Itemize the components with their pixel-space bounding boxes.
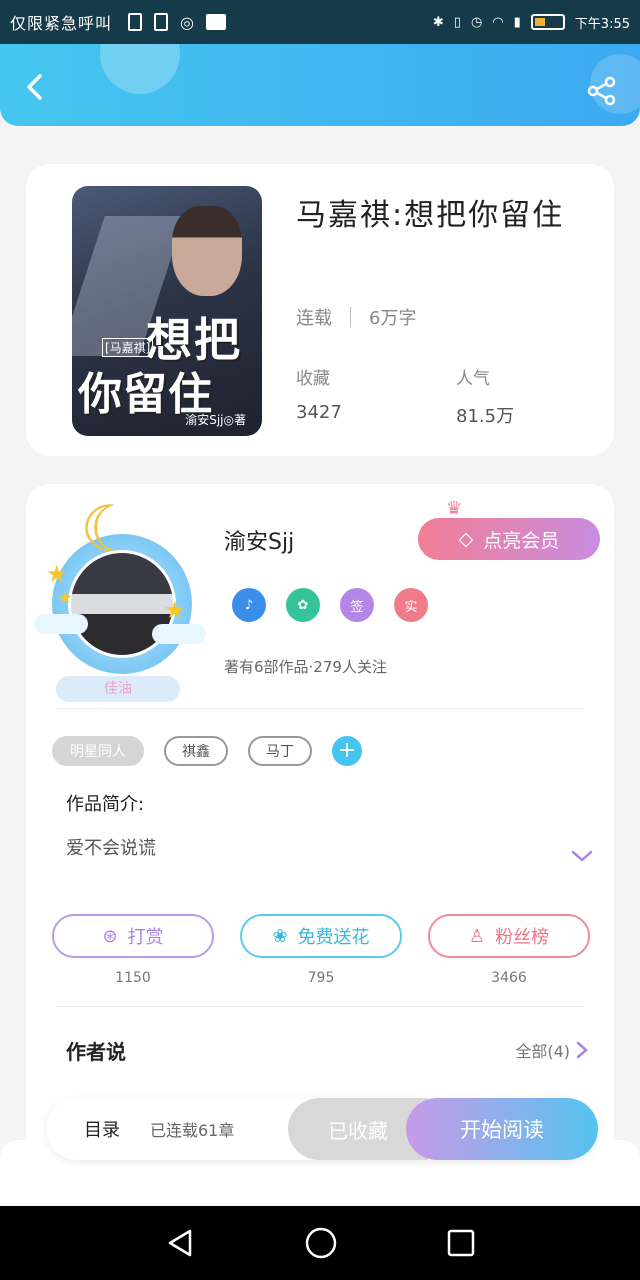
fans-count: 3466: [491, 970, 527, 986]
intro-title: 作品简介:: [66, 794, 145, 815]
author-card: ☾ ★ ★ ★ 佳油 渝安Sjj ♛ ◇ 点亮会员 ♪ ✿ 签 实 著有6部作品…: [26, 484, 614, 1204]
cover-art-portrait: [172, 206, 242, 296]
author-info: 著有6部作品·279人关注: [224, 658, 387, 676]
verified-badge-icon[interactable]: 实: [394, 588, 428, 622]
book-title: 马嘉祺:想把你留住: [296, 198, 565, 233]
stat-value-popularity: 81.5万: [456, 406, 515, 427]
star-icon: ★: [58, 588, 73, 607]
chevron-down-icon[interactable]: [570, 848, 594, 864]
add-tag-button[interactable]: +: [332, 736, 362, 766]
flower-icon: ❀: [272, 925, 288, 947]
cloud-decor: [34, 614, 88, 634]
back-icon[interactable]: [20, 72, 50, 102]
stat-value-favorites: 3427: [296, 402, 342, 423]
battery-icon: [530, 14, 565, 30]
status-right: ✱ ▯ ◷ ◠ ▮ 下午3:55: [433, 13, 630, 32]
vibrate-icon: ▯: [453, 14, 461, 30]
fans-label: 粉丝榜: [495, 927, 550, 948]
tag-chip[interactable]: 马丁: [248, 736, 312, 766]
author-name[interactable]: 渝安Sjj: [224, 524, 294, 556]
author-say-title: 作者说: [66, 1040, 126, 1064]
book-cover[interactable]: 想把 [马嘉祺] 你留住 渝安Sjj◎著: [72, 186, 262, 436]
bottom-action-bar: 目录 已连载61章 已收藏 开始阅读: [46, 1098, 598, 1160]
diamond-icon: ◇: [458, 528, 474, 550]
fans-user-icon: ♙: [468, 925, 486, 947]
tag-list: 明星同人 祺鑫 马丁 +: [52, 736, 362, 766]
star-icon: ★: [46, 560, 68, 588]
decor-bubble: [100, 44, 180, 94]
signal-icon: ▮: [513, 14, 521, 30]
crown-icon: ♛: [446, 498, 463, 519]
nav-home-icon[interactable]: [304, 1226, 338, 1260]
alert-icon: [128, 13, 143, 31]
flower-count: 795: [307, 970, 335, 986]
star-icon: ★: [164, 596, 186, 624]
sign-badge-icon[interactable]: 签: [340, 588, 374, 622]
tip-action: ⊛ 打赏 1150: [52, 914, 214, 986]
tip-count: 1150: [115, 970, 151, 986]
alarm-icon: ◷: [470, 14, 483, 30]
share-icon[interactable]: [586, 76, 618, 106]
divider: [56, 708, 584, 709]
fans-action: ♙ 粉丝榜 3466: [428, 914, 590, 986]
chevron-right-icon: [576, 1041, 588, 1059]
book-word-count: 6万字: [369, 308, 417, 329]
carrier-text: 仅限紧急呼叫: [10, 14, 113, 33]
book-meta: 连载 6万字: [296, 304, 416, 330]
flower-label: 免费送花: [297, 927, 370, 948]
system-nav-bar: [0, 1206, 640, 1280]
tag-chip[interactable]: 明星同人: [52, 736, 144, 766]
book-info-card: 想把 [马嘉祺] 你留住 渝安Sjj◎著 马嘉祺:想把你留住 连载 6万字 收藏…: [26, 164, 614, 456]
cloud-decor: [152, 624, 206, 644]
music-note-icon[interactable]: ♪: [232, 588, 266, 622]
author-badges: ♪ ✿ 签 实: [232, 588, 428, 622]
top-header: [0, 44, 640, 126]
cover-author: 渝安Sjj◎著: [185, 413, 246, 427]
nav-back-icon[interactable]: [164, 1227, 196, 1259]
intro-text: 爱不会说谎: [66, 838, 156, 859]
tag-chip[interactable]: 祺鑫: [164, 736, 228, 766]
sd-card-icon: [154, 13, 169, 31]
status-icons: ◎: [128, 13, 226, 32]
action-buttons: ⊛ 打赏 1150 ❀ 免费送花 795 ♙ 粉丝榜 3466: [52, 914, 590, 986]
serial-status[interactable]: 已连载61章: [150, 1117, 288, 1141]
cover-tag: [马嘉祺]: [102, 338, 154, 357]
vip-button-label: 点亮会员: [483, 529, 560, 552]
stat-label-popularity: 人气: [456, 369, 490, 389]
wifi-icon: ◠: [492, 14, 504, 30]
hotspot-icon: ◎: [180, 12, 194, 32]
avatar-badge: 佳油: [56, 676, 180, 702]
author-say-all-link[interactable]: 全部(4): [515, 1038, 588, 1062]
clock-time: 下午3:55: [574, 16, 630, 32]
status-bar: 仅限紧急呼叫 ◎ ✱ ▯ ◷ ◠ ▮ 下午3:55: [0, 0, 640, 44]
flower-action: ❀ 免费送花 795: [240, 914, 402, 986]
tip-label: 打赏: [127, 927, 164, 948]
yen-coin-icon: ⊛: [102, 925, 118, 947]
meta-divider: [350, 307, 351, 327]
free-flower-button[interactable]: ❀ 免费送花: [240, 914, 402, 958]
tip-button[interactable]: ⊛ 打赏: [52, 914, 214, 958]
fans-ranking-button[interactable]: ♙ 粉丝榜: [428, 914, 590, 958]
image-icon: [205, 14, 226, 30]
author-say-all-label: 全部(4): [515, 1042, 570, 1061]
toc-button[interactable]: 目录: [46, 1116, 150, 1142]
nav-recents-icon[interactable]: [446, 1228, 476, 1258]
moon-icon: ☾: [80, 493, 138, 567]
start-reading-button[interactable]: 开始阅读: [406, 1098, 598, 1160]
handshake-icon[interactable]: ✿: [286, 588, 320, 622]
stat-label-favorites: 收藏: [296, 369, 330, 389]
bluetooth-icon: ✱: [432, 14, 444, 30]
light-up-vip-button[interactable]: ◇ 点亮会员: [418, 518, 600, 560]
divider: [56, 1006, 584, 1007]
book-status: 连载: [296, 308, 332, 329]
